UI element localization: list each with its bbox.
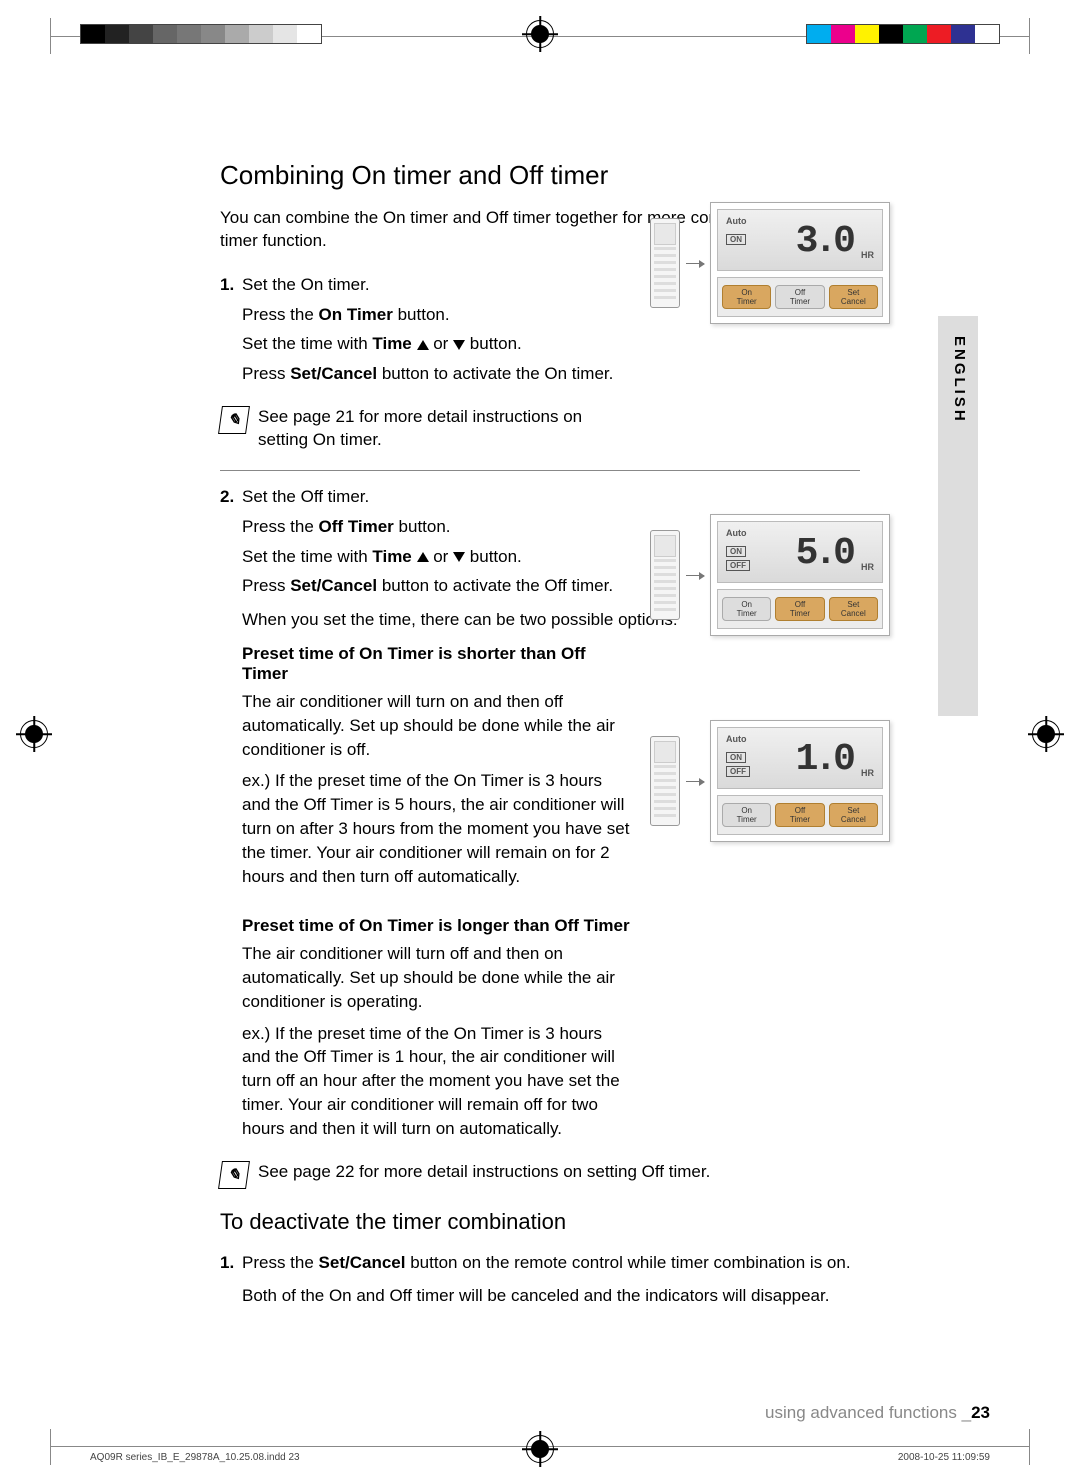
page-content: Combining On timer and Off timer You can… [220, 160, 890, 1314]
note-text: See page 22 for more detail instructions… [258, 1161, 710, 1189]
pointer-icon [686, 781, 704, 782]
divider [220, 470, 860, 471]
print-metadata: AQ09R series_IB_E_29878A_10.25.08.indd 2… [90, 1452, 990, 1463]
remote-icon [650, 530, 680, 620]
pointer-icon [686, 575, 704, 576]
step-line: Set the time with Time or button. [242, 332, 890, 356]
section-heading: Combining On timer and Off timer [220, 160, 890, 191]
lcd-panel: Auto ON OFF 5.0 HR OnTimer OffTimer SetC… [710, 514, 890, 636]
registration-mark-icon [1032, 720, 1060, 748]
page-number: 23 [971, 1403, 990, 1422]
color-bar-right [806, 24, 1000, 44]
deactivate-heading: To deactivate the timer combination [220, 1209, 890, 1235]
illustration-3: Auto ON OFF 1.0 HR OnTimer OffTimer SetC… [650, 720, 890, 842]
option-title: Preset time of On Timer is longer than O… [242, 916, 630, 936]
option-b: Preset time of On Timer is longer than O… [242, 916, 890, 1140]
lcd-set-cancel-button: SetCancel [829, 285, 878, 309]
note-icon: ✎ [218, 1161, 250, 1189]
note-text: See page 21 for more detail instructions… [258, 406, 610, 452]
note-block: ✎ See page 22 for more detail instructio… [220, 1161, 890, 1189]
language-tab: ENGLISH [938, 316, 978, 716]
lcd-on-timer-button: OnTimer [722, 803, 771, 827]
lcd-hr-label: HR [861, 768, 874, 778]
illustration-2: Auto ON OFF 5.0 HR OnTimer OffTimer SetC… [650, 514, 890, 636]
lcd-hr-label: HR [861, 562, 874, 572]
lcd-set-cancel-button: SetCancel [829, 803, 878, 827]
lcd-on-badge: ON [726, 752, 746, 763]
deactivate-steps: 1. Press the Set/Cancel button on the re… [220, 1251, 890, 1309]
lcd-on-timer-button: OnTimer [722, 597, 771, 621]
note-icon: ✎ [218, 406, 250, 434]
lcd-hr-label: HR [861, 250, 874, 260]
triangle-up-icon [417, 552, 429, 562]
lcd-off-timer-button: OffTimer [775, 285, 824, 309]
footer-section: using advanced functions _ [765, 1403, 971, 1422]
remote-icon [650, 736, 680, 826]
step-line: Press Set/Cancel button to activate the … [242, 362, 890, 386]
lcd-panel: Auto ON 3.0 HR OnTimer OffTimer SetCance… [710, 202, 890, 324]
file-meta: AQ09R series_IB_E_29878A_10.25.08.indd 2… [90, 1452, 300, 1463]
triangle-down-icon [453, 552, 465, 562]
option-example: ex.) If the preset time of the On Timer … [242, 1022, 630, 1141]
step-line: Press the Set/Cancel button on the remot… [242, 1251, 890, 1275]
page-footer: using advanced functions _23 [765, 1403, 990, 1423]
color-bar-left [80, 24, 322, 44]
lcd-off-badge: OFF [726, 766, 750, 777]
step-number: 1. [220, 273, 242, 297]
lcd-off-timer-button: OffTimer [775, 597, 824, 621]
step-line: Set the Off timer. [242, 485, 890, 509]
lcd-on-timer-button: OnTimer [722, 285, 771, 309]
lcd-on-badge: ON [726, 234, 746, 245]
triangle-up-icon [417, 340, 429, 350]
lcd-panel: Auto ON OFF 1.0 HR OnTimer OffTimer SetC… [710, 720, 890, 842]
lcd-off-badge: OFF [726, 560, 750, 571]
lcd-time-value: 5.0 [796, 532, 852, 575]
step-line: Both of the On and Off timer will be can… [242, 1284, 890, 1308]
pointer-icon [686, 263, 704, 264]
illustration-1: Auto ON 3.0 HR OnTimer OffTimer SetCance… [650, 202, 890, 324]
option-text: The air conditioner will turn off and th… [242, 942, 630, 1013]
remote-icon [650, 218, 680, 308]
option-title: Preset time of On Timer is shorter than … [242, 644, 630, 684]
option-example: ex.) If the preset time of the On Timer … [242, 769, 630, 888]
timestamp-meta: 2008-10-25 11:09:59 [898, 1452, 990, 1463]
registration-mark-icon [20, 720, 48, 748]
triangle-down-icon [453, 340, 465, 350]
option-text: The air conditioner will turn on and the… [242, 690, 630, 761]
step-number: 1. [220, 1251, 242, 1275]
lcd-off-timer-button: OffTimer [775, 803, 824, 827]
lcd-time-value: 3.0 [796, 220, 852, 263]
lcd-time-value: 1.0 [796, 738, 852, 781]
lcd-set-cancel-button: SetCancel [829, 597, 878, 621]
language-label: ENGLISH [951, 336, 968, 424]
step-number: 2. [220, 485, 242, 509]
note-block: ✎ See page 21 for more detail instructio… [220, 406, 890, 452]
registration-mark-icon [526, 20, 554, 48]
lcd-on-badge: ON [726, 546, 746, 557]
